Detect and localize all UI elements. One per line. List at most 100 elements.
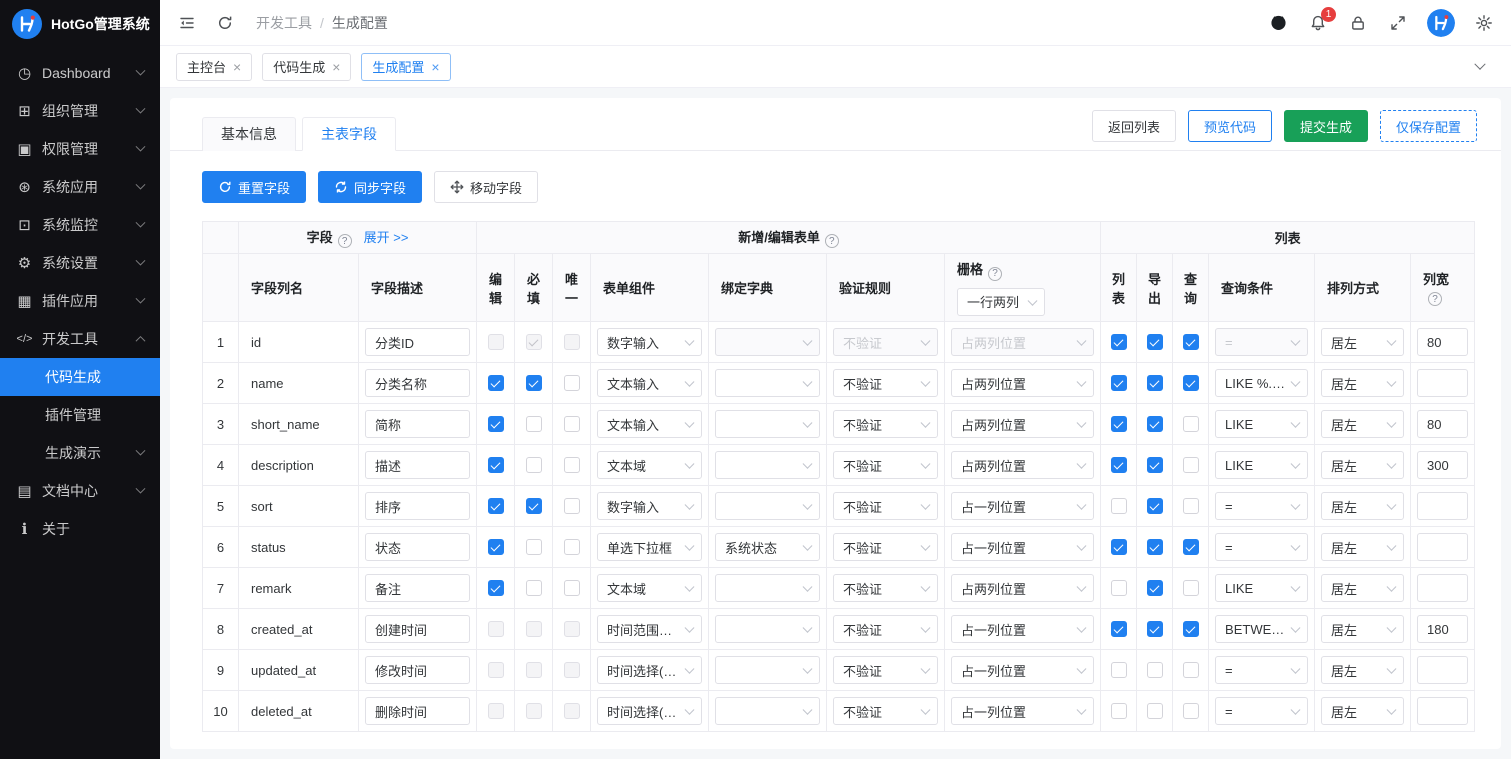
required-checkbox[interactable] [525, 375, 542, 392]
component-select[interactable]: 文本输入 [597, 410, 702, 438]
align-select[interactable]: 居左 [1321, 328, 1405, 356]
tab-codegen[interactable]: 代码生成 × [262, 52, 352, 81]
help-icon[interactable]: ? [988, 266, 1003, 281]
component-select[interactable]: 文本域 [597, 574, 702, 602]
grid-select[interactable]: 占一列位置 [951, 656, 1095, 684]
component-select[interactable]: 文本域 [597, 451, 702, 479]
query-checkbox[interactable] [1182, 334, 1199, 351]
edit-checkbox[interactable] [487, 457, 504, 474]
sidebar-item-dashboard[interactable]: ◷ Dashboard [0, 54, 160, 92]
query-checkbox[interactable] [1182, 580, 1199, 597]
field-desc-input[interactable] [365, 574, 470, 602]
width-input[interactable] [1417, 656, 1469, 684]
close-tab-icon[interactable]: × [332, 60, 340, 74]
grid-select[interactable]: 占两列位置 [951, 328, 1095, 356]
sync-fields-button[interactable]: 同步字段 [318, 171, 423, 203]
unique-checkbox[interactable] [563, 662, 580, 679]
github-icon[interactable] [1267, 12, 1289, 34]
refresh-icon[interactable] [214, 12, 236, 34]
preview-code-button[interactable]: 预览代码 [1187, 110, 1272, 142]
settings-gear-icon[interactable] [1473, 12, 1495, 34]
rule-select[interactable]: 不验证 [833, 410, 938, 438]
dict-select[interactable] [715, 369, 820, 397]
tab-console[interactable]: 主控台 × [176, 52, 253, 81]
rule-select[interactable]: 不验证 [833, 574, 938, 602]
tab-basic-info[interactable]: 基本信息 [202, 117, 296, 151]
component-select[interactable]: 时间选择(Y-... [597, 697, 702, 725]
expand-link[interactable]: 展开 >> [364, 230, 409, 245]
notification-bell-icon[interactable]: 1 [1307, 6, 1336, 34]
field-desc-input[interactable] [365, 328, 470, 356]
close-tab-icon[interactable]: × [233, 60, 241, 74]
rule-select[interactable]: 不验证 [833, 533, 938, 561]
align-select[interactable]: 居左 [1321, 656, 1405, 684]
field-desc-input[interactable] [365, 492, 470, 520]
field-desc-input[interactable] [365, 410, 470, 438]
sidebar-item-permission[interactable]: ▣ 权限管理 [0, 130, 160, 168]
unique-checkbox[interactable] [563, 375, 580, 392]
help-icon[interactable]: ? [824, 234, 839, 249]
query-checkbox[interactable] [1182, 457, 1199, 474]
grid-layout-select[interactable]: 一行两列 [957, 287, 1045, 316]
query-checkbox[interactable] [1182, 539, 1199, 556]
export-checkbox[interactable] [1146, 662, 1163, 679]
unique-checkbox[interactable] [563, 457, 580, 474]
edit-checkbox[interactable] [487, 662, 504, 679]
tab-list-dropdown[interactable] [1465, 53, 1495, 81]
breadcrumb-item-current[interactable]: 生成配置 [332, 13, 388, 33]
component-select[interactable]: 时间选择(Y-... [597, 656, 702, 684]
export-checkbox[interactable] [1146, 498, 1163, 515]
component-select[interactable]: 数字输入 [597, 492, 702, 520]
required-checkbox[interactable] [525, 539, 542, 556]
app-logo[interactable]: HotGo管理系统 [0, 0, 160, 48]
grid-select[interactable]: 占两列位置 [951, 369, 1095, 397]
avatar[interactable] [1427, 8, 1455, 37]
width-input[interactable] [1417, 492, 1469, 520]
export-checkbox[interactable] [1146, 416, 1163, 433]
width-input[interactable] [1417, 533, 1469, 561]
grid-select[interactable]: 占一列位置 [951, 615, 1095, 643]
width-input[interactable] [1417, 369, 1469, 397]
cond-select[interactable]: LIKE [1215, 451, 1309, 479]
sidebar-item-settings[interactable]: ⚙ 系统设置 [0, 244, 160, 282]
list-checkbox[interactable] [1110, 375, 1127, 392]
breadcrumb-item[interactable]: 开发工具 [256, 13, 312, 33]
sidebar-item-devtools[interactable]: </> 开发工具 [0, 320, 160, 358]
list-checkbox[interactable] [1110, 703, 1127, 720]
align-select[interactable]: 居左 [1321, 615, 1405, 643]
align-select[interactable]: 居左 [1321, 574, 1405, 602]
align-select[interactable]: 居左 [1321, 492, 1405, 520]
edit-checkbox[interactable] [487, 498, 504, 515]
export-checkbox[interactable] [1146, 457, 1163, 474]
component-select[interactable]: 数字输入 [597, 328, 702, 356]
field-desc-input[interactable] [365, 656, 470, 684]
sidebar-item-plugin-manage[interactable]: 插件管理 [0, 396, 160, 434]
width-input[interactable] [1417, 451, 1469, 479]
back-to-list-button[interactable]: 返回列表 [1091, 110, 1176, 142]
required-checkbox[interactable] [525, 498, 542, 515]
required-checkbox[interactable] [525, 580, 542, 597]
submit-generate-button[interactable]: 提交生成 [1283, 110, 1368, 142]
list-checkbox[interactable] [1110, 580, 1127, 597]
list-checkbox[interactable] [1110, 334, 1127, 351]
close-tab-icon[interactable]: × [431, 60, 439, 74]
align-select[interactable]: 居左 [1321, 451, 1405, 479]
edit-checkbox[interactable] [487, 416, 504, 433]
grid-select[interactable]: 占一列位置 [951, 697, 1095, 725]
fullscreen-icon[interactable] [1387, 12, 1409, 34]
tab-main-fields[interactable]: 主表字段 [302, 117, 396, 151]
edit-checkbox[interactable] [487, 621, 504, 638]
list-checkbox[interactable] [1110, 457, 1127, 474]
edit-checkbox[interactable] [487, 580, 504, 597]
query-checkbox[interactable] [1182, 498, 1199, 515]
cond-select[interactable]: = [1215, 492, 1309, 520]
rule-select[interactable]: 不验证 [833, 656, 938, 684]
list-checkbox[interactable] [1110, 539, 1127, 556]
query-checkbox[interactable] [1182, 375, 1199, 392]
cond-select[interactable]: = [1215, 328, 1309, 356]
unique-checkbox[interactable] [563, 334, 580, 351]
width-input[interactable] [1417, 615, 1469, 643]
rule-select[interactable]: 不验证 [833, 451, 938, 479]
dict-select[interactable] [715, 697, 820, 725]
export-checkbox[interactable] [1146, 580, 1163, 597]
